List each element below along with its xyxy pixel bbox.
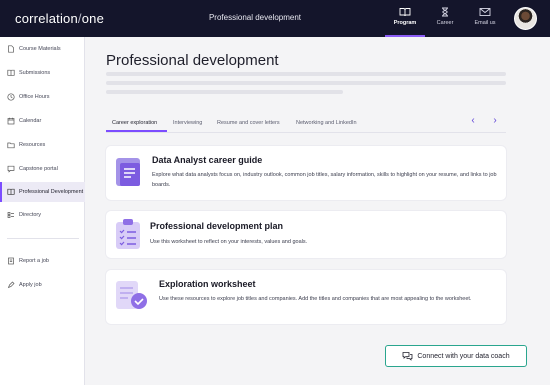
avatar[interactable]: [514, 7, 537, 30]
card-title: Exploration worksheet: [159, 279, 256, 289]
chat-icon: [7, 165, 15, 173]
tab-networking-linkedin[interactable]: Networking and LinkedIn: [296, 120, 357, 126]
clipboard-checklist-icon: [116, 219, 140, 249]
file-icon: [8, 45, 14, 53]
connect-coach-button[interactable]: Connect with your data coach: [385, 345, 527, 367]
card-description: Explore what data analysts focus on, ind…: [152, 172, 497, 188]
loading-placeholder-line: [106, 81, 506, 85]
page-title: Professional development: [106, 52, 279, 69]
clock-icon: [7, 93, 15, 101]
nav-email[interactable]: Email us: [465, 4, 505, 37]
loading-placeholder-line: [106, 90, 343, 94]
document-icon: [116, 158, 140, 186]
apply-icon: [7, 281, 15, 289]
sidebar-item-course-materials[interactable]: Course Materials: [0, 39, 85, 59]
card-description: Use these resources to explore job title…: [159, 296, 472, 302]
sidebar-item-resources[interactable]: Resources: [0, 135, 85, 155]
card-title: Professional development plan: [150, 221, 284, 231]
sidebar-item-submissions[interactable]: Submissions: [0, 63, 85, 83]
chat-bubbles-icon: [402, 352, 413, 361]
book-icon: [7, 69, 15, 76]
chevron-right-icon[interactable]: ›: [489, 115, 501, 127]
calendar-icon: [7, 117, 15, 125]
header-title: Professional development: [208, 13, 302, 22]
sidebar-item-calendar[interactable]: Calendar: [0, 111, 85, 131]
chevron-left-icon[interactable]: ‹: [467, 115, 479, 127]
card-data-analyst-career-guide[interactable]: Data Analyst career guide Explore what d…: [106, 146, 506, 200]
sidebar-item-capstone-portal[interactable]: Capstone portal: [0, 159, 85, 179]
sidebar: Course Materials Submissions Office Hour…: [0, 37, 85, 385]
book-open-icon: [7, 188, 15, 195]
top-bar: correlation/one Professional development…: [0, 0, 550, 37]
book-icon: [399, 8, 411, 17]
logo[interactable]: correlation/one: [15, 11, 104, 26]
tab-career-exploration[interactable]: Career exploration: [112, 120, 157, 126]
hourglass-icon: [442, 7, 448, 17]
directory-icon: [7, 212, 14, 218]
card-exploration-worksheet[interactable]: Exploration worksheet Use these resource…: [106, 270, 506, 324]
sidebar-item-apply-job[interactable]: Apply job: [0, 275, 85, 295]
tabs-divider: [106, 132, 506, 133]
loading-placeholder-line: [106, 72, 506, 76]
sidebar-item-office-hours[interactable]: Office Hours: [0, 87, 85, 107]
mail-icon: [479, 8, 491, 16]
sidebar-item-professional-development[interactable]: Professional Development: [0, 182, 85, 202]
worksheet-check-icon: [116, 281, 147, 309]
nav-program[interactable]: Program: [385, 4, 425, 37]
tab-interviewing[interactable]: Interviewing: [173, 120, 202, 126]
card-professional-development-plan[interactable]: Professional development plan Use this w…: [106, 211, 506, 258]
sidebar-divider: [7, 238, 79, 239]
sidebar-item-directory[interactable]: Directory: [0, 205, 85, 225]
report-icon: [8, 257, 14, 265]
sidebar-item-report-job[interactable]: Report a job: [0, 251, 85, 271]
nav-career[interactable]: Career: [425, 4, 465, 37]
card-description: Use this worksheet to reflect on your in…: [150, 239, 308, 245]
card-title: Data Analyst career guide: [152, 155, 263, 165]
folder-icon: [7, 142, 15, 149]
tab-resume-cover-letters[interactable]: Resume and cover letters: [217, 120, 280, 126]
